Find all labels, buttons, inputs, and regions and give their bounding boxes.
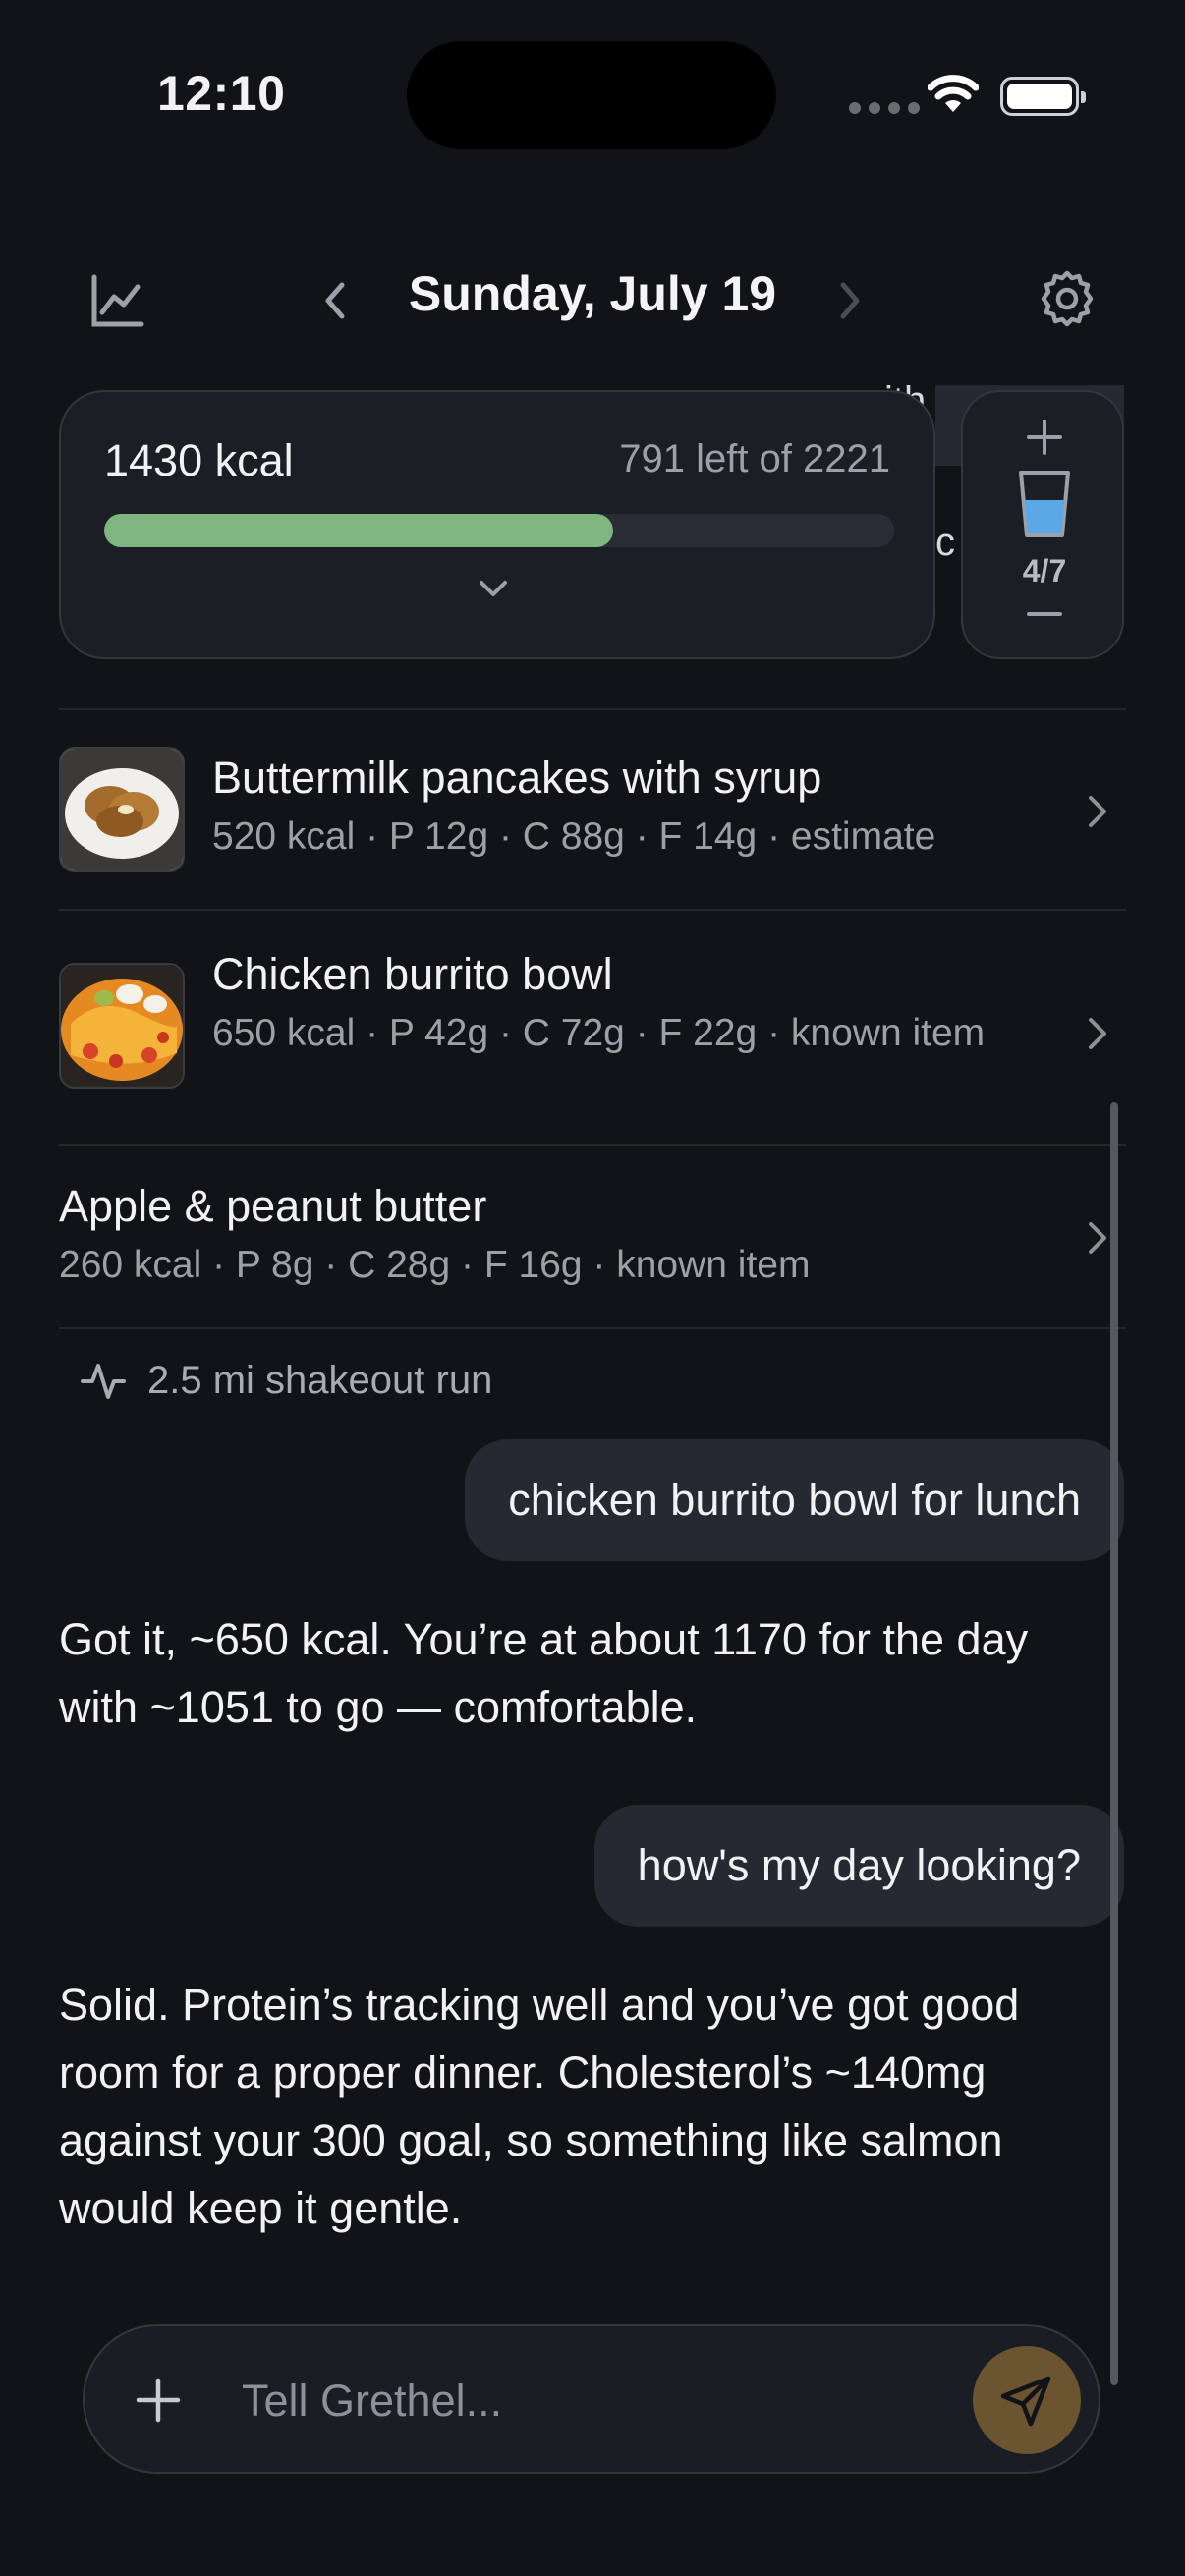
- add-water-icon[interactable]: [1023, 416, 1066, 459]
- activity-label: 2.5 mi shakeout run: [147, 1358, 493, 1402]
- scrolled-message-fragment-2: c: [935, 521, 955, 564]
- activity-entry[interactable]: 2.5 mi shakeout run: [81, 1358, 492, 1403]
- divider: [59, 708, 1126, 710]
- user-message: chicken burrito bowl for lunch: [465, 1439, 1124, 1561]
- activity-pulse-icon: [81, 1364, 126, 1399]
- food-item-pancakes[interactable]: Buttermilk pancakes with syrup 520 kcal …: [59, 747, 1126, 874]
- water-count: 4/7: [1022, 553, 1067, 588]
- water-glass-icon: [1019, 471, 1070, 537]
- food-item-nutrition: 520 kcal · P 12g · C 88g · F 14g · estim…: [212, 815, 936, 858]
- pancakes-image: [61, 749, 183, 870]
- assistant-message: Got it, ~650 kcal. You’re at about 1170 …: [59, 1614, 1029, 1732]
- send-button[interactable]: [973, 2346, 1081, 2454]
- cellular-signal-icon: [849, 102, 920, 114]
- chevron-right-icon: [1089, 796, 1106, 827]
- message-input[interactable]: [240, 2356, 1010, 2446]
- food-item-apple-peanut-butter[interactable]: Apple & peanut butter 260 kcal · P 8g · …: [59, 1179, 1126, 1297]
- chevron-right-icon: [1089, 1222, 1106, 1254]
- food-item-burrito-bowl[interactable]: Chicken burrito bowl 650 kcal · P 42g · …: [59, 945, 1126, 1112]
- divider: [59, 1327, 1126, 1329]
- food-item-nutrition: 260 kcal · P 8g · C 28g · F 16g · known …: [59, 1244, 811, 1286]
- calorie-progress-track: [104, 514, 894, 547]
- chevron-right-icon: [1089, 1018, 1106, 1049]
- remaining-calories: 791 left of 2221: [619, 437, 890, 480]
- divider: [59, 909, 1126, 911]
- food-item-nutrition: 650 kcal · P 42g · C 72g · F 22g · known…: [212, 1012, 986, 1054]
- status-time: 12:10: [157, 66, 286, 121]
- food-thumbnail: [59, 747, 185, 872]
- battery-icon: [1000, 77, 1086, 116]
- food-item-title: Apple & peanut butter: [59, 1181, 487, 1231]
- consumed-calories: 1430 kcal: [104, 435, 294, 485]
- message-composer: [83, 2324, 1100, 2474]
- chevron-down-icon[interactable]: [474, 575, 513, 602]
- food-item-title: Buttermilk pancakes with syrup: [212, 753, 822, 803]
- water-tracker-card: 4/7: [961, 390, 1124, 659]
- calorie-summary-card[interactable]: 1430 kcal 791 left of 2221: [59, 390, 935, 659]
- food-thumbnail: [59, 963, 185, 1089]
- wifi-icon: [928, 75, 979, 112]
- user-message: how's my day looking?: [593, 1805, 1124, 1927]
- assistant-message: Solid. Protein’s tracking well and you’v…: [59, 1980, 1020, 2233]
- burrito-bowl-image: [61, 965, 183, 1087]
- food-item-title: Chicken burrito bowl: [212, 949, 613, 999]
- calorie-progress-fill: [104, 514, 613, 547]
- page-title[interactable]: Sunday, July 19: [0, 265, 1185, 322]
- remove-water-icon[interactable]: [1023, 604, 1066, 624]
- next-day-icon[interactable]: [835, 279, 865, 322]
- gear-icon[interactable]: [1038, 269, 1097, 328]
- scrollbar[interactable]: [1110, 1102, 1118, 2385]
- divider: [59, 1144, 1126, 1146]
- add-attachment-icon[interactable]: [134, 2376, 183, 2425]
- send-icon: [1000, 2376, 1051, 2427]
- dynamic-island: [407, 41, 776, 149]
